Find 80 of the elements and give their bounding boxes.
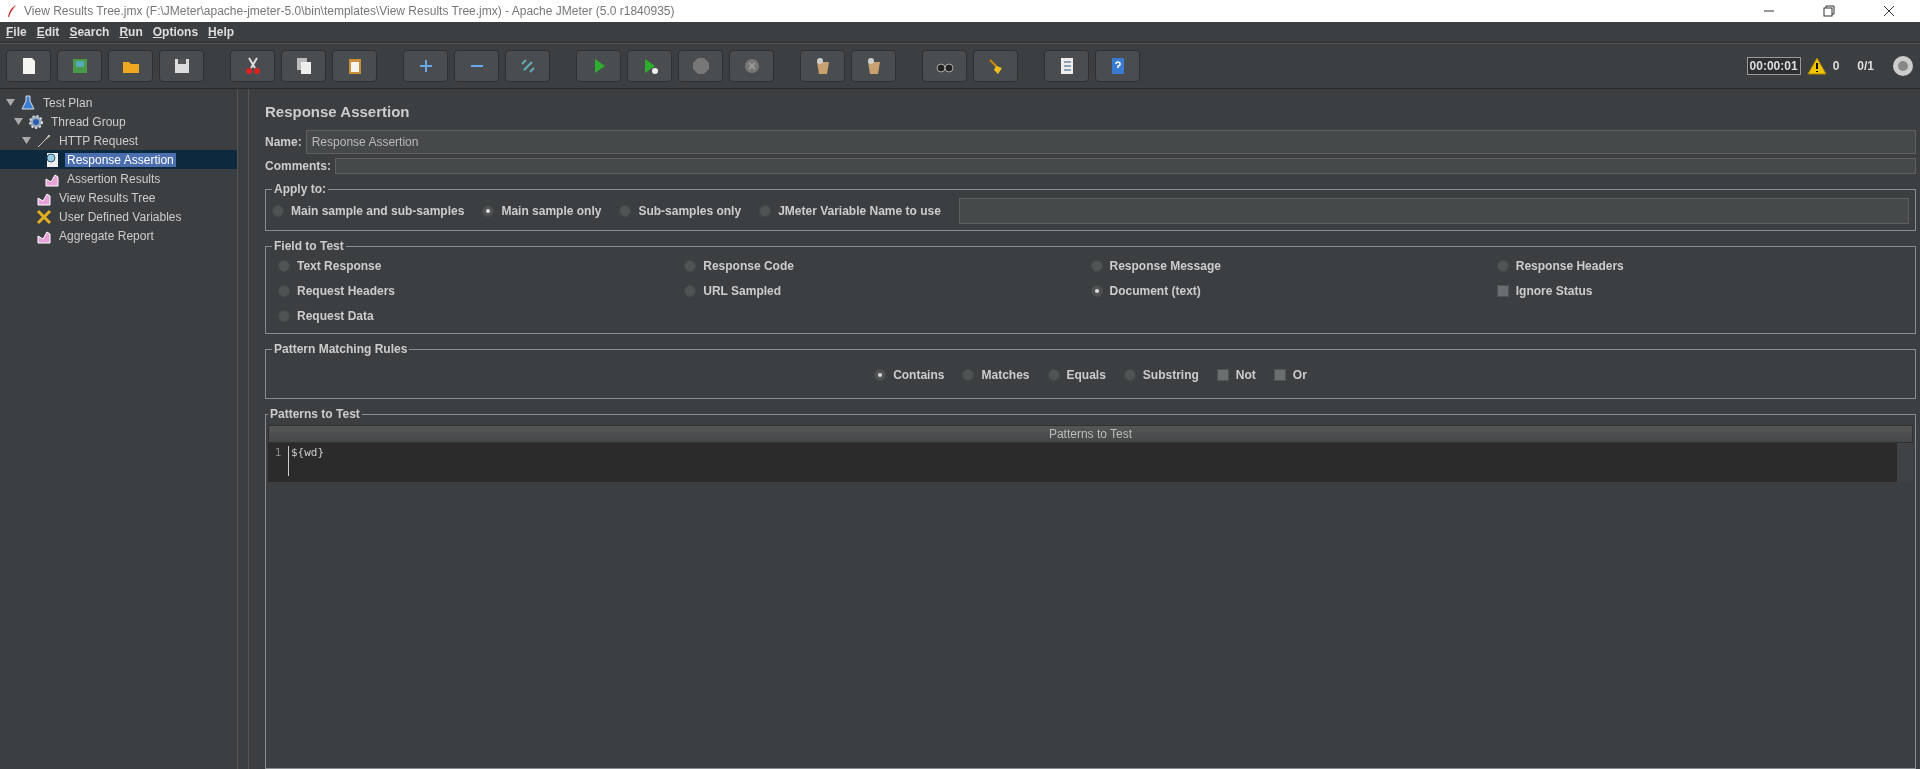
toolbar-button[interactable] xyxy=(108,50,153,82)
stop-icon xyxy=(690,56,711,76)
toolbar-button[interactable] xyxy=(230,50,275,82)
toolbar-button[interactable] xyxy=(627,50,672,82)
toolbar-button[interactable] xyxy=(332,50,377,82)
option-label: Not xyxy=(1235,368,1256,382)
option-label: Request Headers xyxy=(297,284,396,298)
window-title: View Results Tree.jmx (F:\JMeter\apache-jmeter-5.0\bin\templates\View Results Tree.jmx) - Apache JMeter (5.0 r1840935) xyxy=(24,4,676,18)
option-label: Response Headers xyxy=(1515,259,1624,273)
thread-count: 0/1 xyxy=(1857,59,1874,73)
toolbar-button[interactable] xyxy=(281,50,326,82)
checkbox[interactable] xyxy=(1216,369,1229,381)
radio-button[interactable] xyxy=(482,205,495,217)
feather-icon xyxy=(6,4,18,18)
gear-icon xyxy=(28,113,44,130)
option-label: Contains xyxy=(893,368,945,382)
option-label: Matches xyxy=(981,368,1030,382)
tree-item[interactable]: Thread Group xyxy=(49,114,128,129)
magnifier-icon xyxy=(44,151,60,168)
radio-button[interactable] xyxy=(874,369,887,381)
group-title: Patterns to Test xyxy=(269,407,361,421)
menu-item[interactable]: Search xyxy=(69,25,110,39)
pattern-text[interactable]: ${wd} xyxy=(288,446,325,476)
line-number: 1 xyxy=(273,446,283,459)
option-label: Equals xyxy=(1066,368,1106,382)
toolbar-button[interactable] xyxy=(973,50,1018,82)
tree-item[interactable]: Assertion Results xyxy=(65,171,163,186)
tree-item[interactable]: Test Plan xyxy=(41,95,95,110)
option-label: Document (text) xyxy=(1109,284,1201,298)
option-label: URL Sampled xyxy=(703,284,782,298)
group-title: Apply to: xyxy=(273,182,327,196)
tree-item[interactable]: Response Assertion xyxy=(65,152,176,167)
option-label: Main sample and sub-samples xyxy=(291,204,465,218)
toolbar-button[interactable] xyxy=(159,50,204,82)
tree-item[interactable]: Aggregate Report xyxy=(57,228,156,243)
menu-item[interactable]: Options xyxy=(152,25,199,39)
checkbox[interactable] xyxy=(1496,285,1509,297)
toolbar-button[interactable] xyxy=(851,50,896,82)
tools-icon xyxy=(36,208,52,225)
checkbox[interactable] xyxy=(1273,369,1286,381)
toolbar-button[interactable] xyxy=(403,50,448,82)
option-label: Ignore Status xyxy=(1515,284,1593,298)
menu-item[interactable]: Help xyxy=(208,25,235,39)
panel-title: Response Assertion xyxy=(265,103,411,120)
menu-item[interactable]: Edit xyxy=(36,25,60,39)
variable-name-field[interactable] xyxy=(958,198,1909,224)
tree-item[interactable]: View Results Tree xyxy=(57,190,158,205)
field-label: Comments: xyxy=(265,159,331,173)
warning-icon[interactable] xyxy=(1806,57,1827,75)
option-label: Sub-samples only xyxy=(638,204,742,218)
option-label: Substring xyxy=(1142,368,1199,382)
option-label: Text Response xyxy=(297,259,382,273)
expand-toggle-icon[interactable] xyxy=(6,98,15,107)
field-label: Name: xyxy=(265,135,302,149)
tree-item[interactable]: HTTP Request xyxy=(57,133,141,148)
group-title: Pattern Matching Rules xyxy=(273,342,409,356)
radio-button[interactable] xyxy=(1090,285,1103,297)
elapsed-timer: 00:00:01 xyxy=(1746,57,1801,75)
option-label: Response Code xyxy=(703,259,794,273)
toolbar-button[interactable] xyxy=(800,50,845,82)
tree-item[interactable]: User Defined Variables xyxy=(57,209,184,224)
warning-count: 0 xyxy=(1832,59,1840,73)
column-header[interactable]: Patterns to Test xyxy=(268,425,1913,443)
option-label: JMeter Variable Name to use xyxy=(778,204,941,218)
menu-item[interactable]: File xyxy=(6,25,27,39)
toolbar-button[interactable] xyxy=(1044,50,1089,82)
toolbar-button[interactable] xyxy=(6,50,51,82)
menu-item[interactable]: Run xyxy=(119,25,143,39)
group-title: Field to Test xyxy=(273,239,345,253)
toolbar-button[interactable] xyxy=(57,50,102,82)
comments-field[interactable] xyxy=(335,158,1916,174)
option-label: Response Message xyxy=(1109,259,1221,273)
pipette-icon xyxy=(36,132,52,149)
expand-toggle-icon[interactable] xyxy=(22,136,31,145)
option-label: Main sample only xyxy=(501,204,602,218)
expand-toggle-icon[interactable] xyxy=(14,117,23,126)
name-field[interactable]: Response Assertion xyxy=(305,130,1916,154)
option-label: Or xyxy=(1292,368,1307,382)
option-label: Request Data xyxy=(297,309,374,323)
flask-icon xyxy=(20,94,36,111)
